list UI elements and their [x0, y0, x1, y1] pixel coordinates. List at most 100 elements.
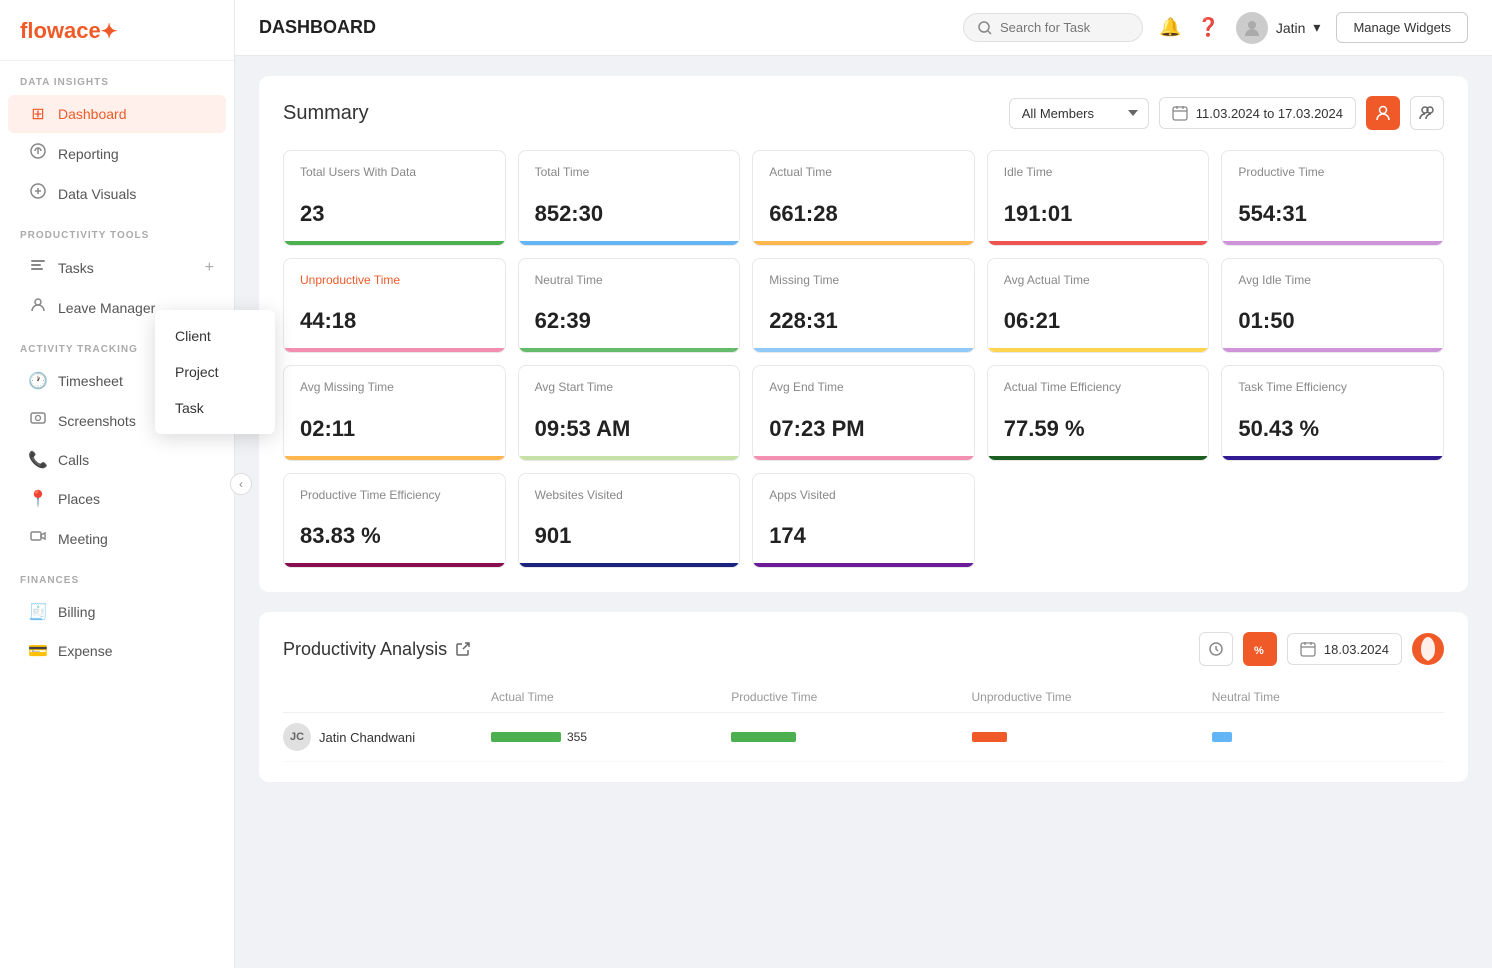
stat-bar [284, 563, 505, 567]
main-content: ‹ DASHBOARD 🔔 ❓ Jatin ▾ Manage Widgets [235, 0, 1492, 968]
stat-bar [1222, 456, 1443, 460]
stat-card: Avg Idle Time 01:50 [1221, 258, 1444, 354]
members-dropdown[interactable]: All Members [1009, 98, 1149, 129]
dropdown-item-client[interactable]: Client [155, 318, 275, 354]
stat-label: Total Time [535, 165, 724, 181]
sidebar-item-calls[interactable]: 📞 Calls [8, 441, 226, 479]
stat-card: Unproductive Time 44:18 [283, 258, 506, 354]
stat-label: Avg Idle Time [1238, 273, 1427, 289]
page-title: DASHBOARD [259, 17, 376, 38]
user-chevron-icon: ▾ [1313, 19, 1320, 36]
analysis-date-btn[interactable]: 18.03.2024 [1287, 633, 1402, 665]
stat-card-empty [987, 473, 1210, 569]
stat-card-empty [1221, 473, 1444, 569]
sidebar-item-meeting[interactable]: Meeting [8, 519, 226, 558]
stat-card: Apps Visited 174 [752, 473, 975, 569]
svg-text:%: % [1254, 645, 1264, 656]
analysis-controls: % 18.03.2024 [1199, 632, 1444, 666]
summary-header: Summary All Members 11.03.2024 to 17.03.… [283, 96, 1444, 130]
stat-bar [519, 348, 740, 352]
date-range-text: 11.03.2024 to 17.03.2024 [1196, 106, 1343, 121]
stat-label: Missing Time [769, 273, 958, 289]
expense-icon: 💳 [28, 641, 48, 661]
stat-bar [988, 348, 1209, 352]
sidebar-item-expense[interactable]: 💳 Expense [8, 632, 226, 670]
analysis-table-header: Actual Time Productive Time Unproductive… [283, 682, 1444, 713]
stat-card: Avg End Time 07:23 PM [752, 365, 975, 461]
summary-title: Summary [283, 102, 369, 125]
manage-widgets-button[interactable]: Manage Widgets [1336, 12, 1468, 43]
sidebar-item-places[interactable]: 📍 Places [8, 480, 226, 518]
neutral-time-bar-cell [1212, 732, 1444, 742]
tasks-icon [28, 257, 48, 278]
actual-time-value: 355 [567, 730, 587, 744]
analysis-time-icon-btn[interactable] [1199, 632, 1233, 666]
calendar-icon [1172, 105, 1188, 121]
sidebar-item-label: Billing [58, 604, 95, 620]
analysis-date-text: 18.03.2024 [1324, 642, 1389, 657]
stat-label: Avg Missing Time [300, 380, 489, 396]
sidebar-item-label: Calls [58, 452, 89, 468]
logo-flame: ✦ [101, 21, 118, 43]
user-filter-active-button[interactable] [1366, 96, 1400, 130]
date-range-button[interactable]: 11.03.2024 to 17.03.2024 [1159, 97, 1356, 129]
user-info[interactable]: Jatin ▾ [1236, 12, 1321, 44]
stat-bar [519, 456, 740, 460]
stat-bar [284, 241, 505, 245]
analysis-header: Productivity Analysis % 18.03.2024 [283, 632, 1444, 666]
stat-card: Neutral Time 62:39 [518, 258, 741, 354]
search-box[interactable] [963, 13, 1143, 42]
col-actual-time: Actual Time [491, 690, 723, 704]
stat-card: Avg Missing Time 02:11 [283, 365, 506, 461]
sidebar-item-label: Leave Manager [58, 300, 155, 316]
stat-value: 01:50 [1238, 308, 1427, 334]
analysis-percent-btn[interactable]: % [1243, 632, 1277, 666]
stat-value: 44:18 [300, 308, 489, 334]
tasks-dropdown-popup: Client Project Task [155, 310, 275, 434]
sidebar-item-reporting[interactable]: Reporting [8, 134, 226, 173]
stat-label: Idle Time [1004, 165, 1193, 181]
notifications-icon[interactable]: 🔔 [1159, 17, 1181, 38]
dashboard-icon: ⊞ [28, 104, 48, 124]
stat-value: 191:01 [1004, 201, 1193, 227]
user-filter-button[interactable] [1410, 96, 1444, 130]
reporting-icon [28, 143, 48, 164]
help-icon[interactable]: ❓ [1197, 17, 1219, 38]
stat-card: Idle Time 191:01 [987, 150, 1210, 246]
header-right: 🔔 ❓ Jatin ▾ Manage Widgets [963, 12, 1468, 44]
stat-label: Actual Time [769, 165, 958, 181]
stat-value: 23 [300, 201, 489, 227]
stat-card: Productive Time 554:31 [1221, 150, 1444, 246]
sidebar-item-label: Tasks [58, 260, 94, 276]
places-icon: 📍 [28, 489, 48, 509]
stats-row-3: Avg Missing Time 02:11 Avg Start Time 09… [283, 365, 1444, 461]
summary-controls: All Members 11.03.2024 to 17.03.2024 [1009, 96, 1444, 130]
data-insights-label: DATA INSIGHTS [0, 61, 234, 94]
stat-card: Websites Visited 901 [518, 473, 741, 569]
summary-card: Summary All Members 11.03.2024 to 17.03.… [259, 76, 1468, 592]
stat-value: 06:21 [1004, 308, 1193, 334]
search-input[interactable] [1000, 20, 1120, 35]
stat-label: Unproductive Time [300, 273, 489, 289]
sidebar-item-data-visuals[interactable]: Data Visuals [8, 174, 226, 213]
sidebar-item-label: Reporting [58, 146, 119, 162]
stat-label: Productive Time Efficiency [300, 488, 489, 504]
stat-label: Neutral Time [535, 273, 724, 289]
members-dropdown-wrapper: All Members [1009, 98, 1149, 129]
sidebar-item-billing[interactable]: 🧾 Billing [8, 593, 226, 631]
sidebar-item-tasks[interactable]: Tasks + [8, 248, 226, 287]
screenshots-icon [28, 410, 48, 431]
dropdown-item-task[interactable]: Task [155, 390, 275, 426]
stat-bar [753, 241, 974, 245]
calls-icon: 📞 [28, 450, 48, 470]
stat-bar [753, 563, 974, 567]
stat-label: Task Time Efficiency [1238, 380, 1427, 396]
stat-label: Avg End Time [769, 380, 958, 396]
sidebar-item-dashboard[interactable]: ⊞ Dashboard [8, 95, 226, 133]
stat-value: 50.43 % [1238, 416, 1427, 442]
unproductive-time-bar [972, 732, 1007, 742]
dropdown-item-project[interactable]: Project [155, 354, 275, 390]
tasks-add-button[interactable]: + [205, 259, 214, 277]
stat-card: Task Time Efficiency 50.43 % [1221, 365, 1444, 461]
external-link-icon [455, 641, 471, 657]
